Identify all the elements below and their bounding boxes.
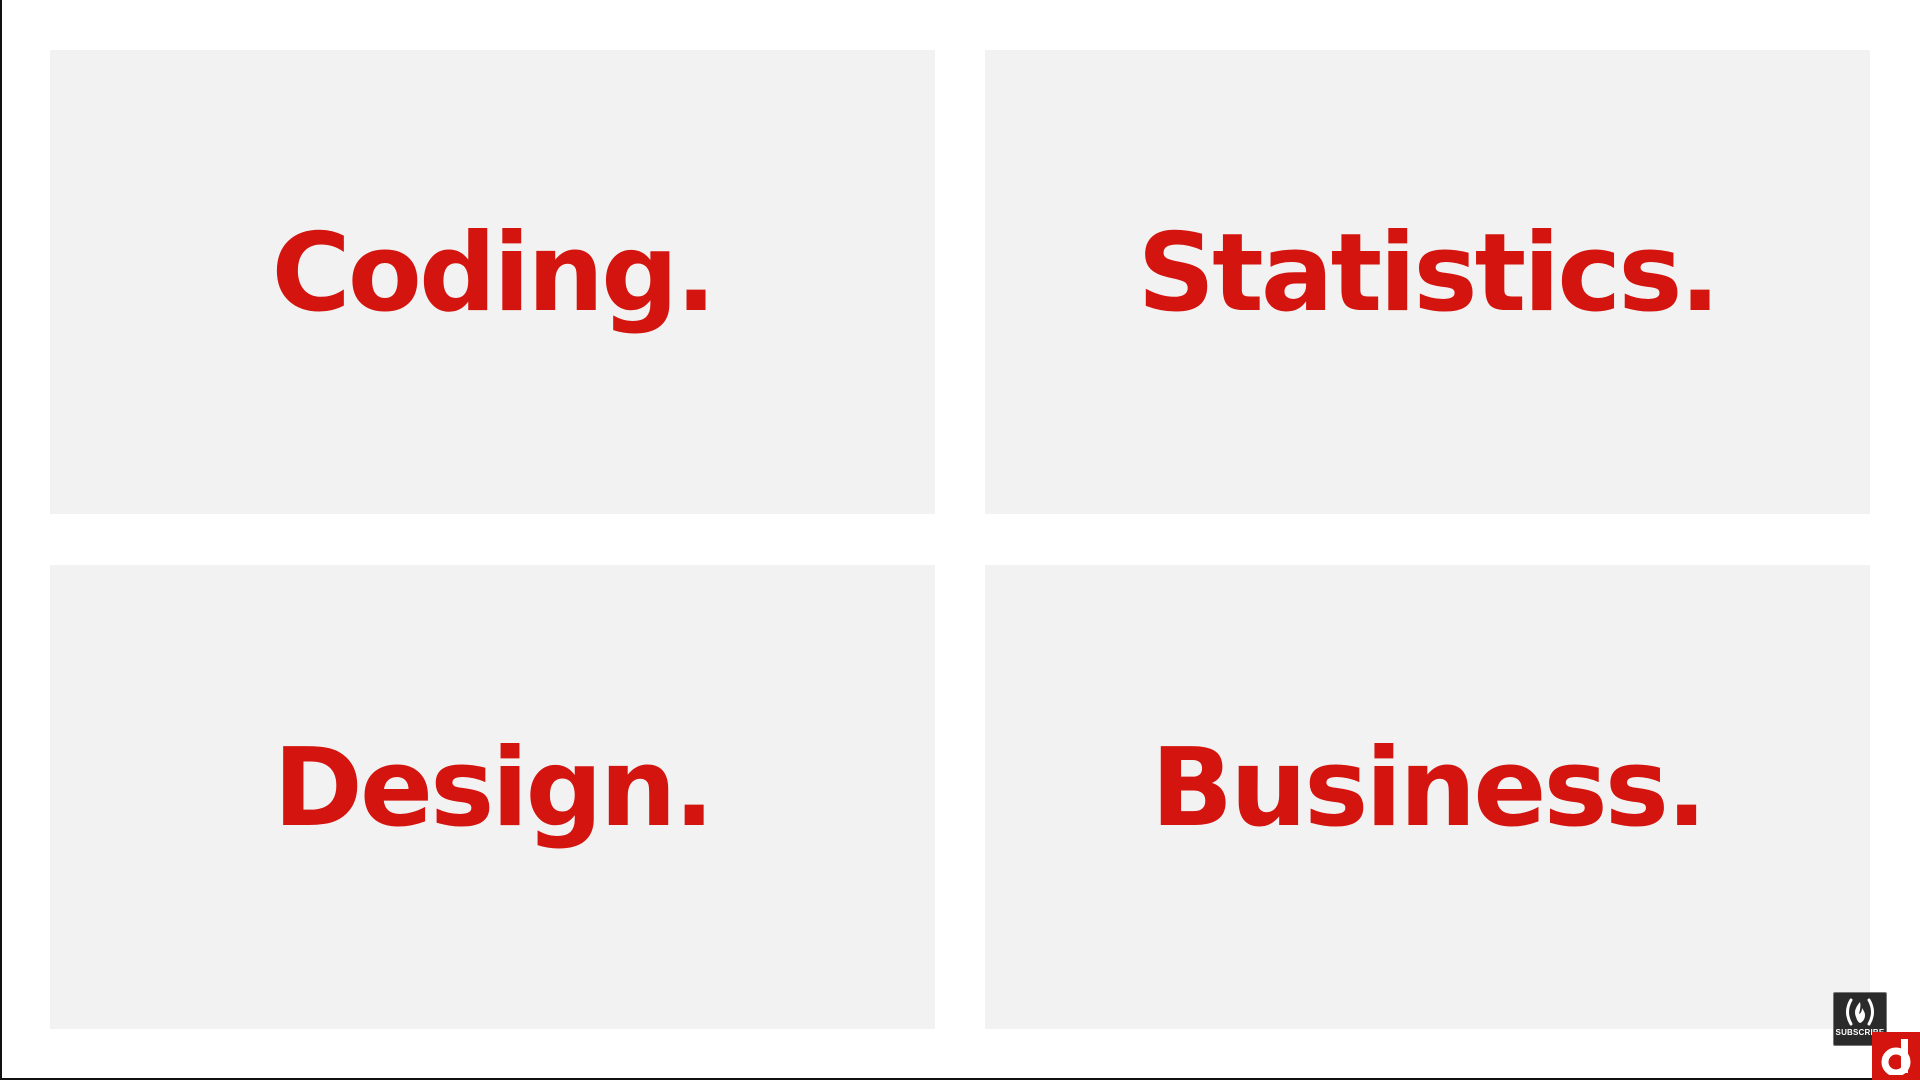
- frame-border-left: [0, 0, 2, 1080]
- letter-d-logo-icon: [1881, 1039, 1911, 1075]
- tile-design: Design.: [50, 565, 935, 1029]
- tile-statistics: Statistics.: [985, 50, 1870, 514]
- tile-label-business: Business.: [1150, 726, 1707, 851]
- video-frame: Coding. Statistics. Design. Business. SU…: [0, 0, 1920, 1080]
- tile-business: Business.: [985, 565, 1870, 1029]
- brand-logo: [1872, 1032, 1920, 1080]
- tile-coding: Coding.: [50, 50, 935, 514]
- tile-label-statistics: Statistics.: [1137, 211, 1720, 336]
- tile-label-design: Design.: [273, 726, 714, 851]
- flame-icon: [1846, 998, 1874, 1026]
- tile-label-coding: Coding.: [271, 211, 716, 336]
